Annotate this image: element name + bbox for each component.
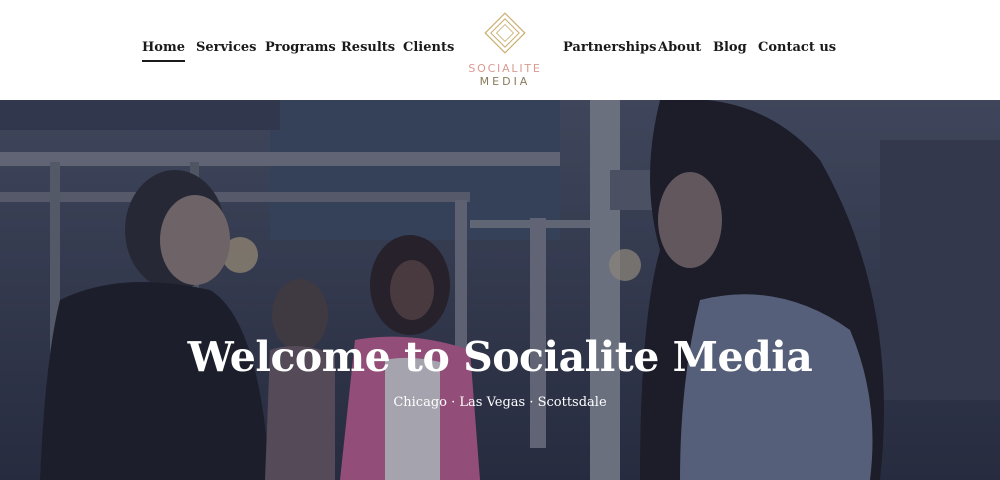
logo-text-socialite: SOCIALITE [468,62,542,75]
nav-services[interactable]: Services [196,40,257,56]
nav-programs[interactable]: Programs [265,40,336,56]
nav-contact-us[interactable]: Contact us [758,40,836,56]
nav-results[interactable]: Results [341,40,395,56]
nav-partnerships[interactable]: Partnerships [563,40,656,56]
logo-text-media: MEDIA [479,75,531,88]
hero-subtitle: Chicago · Las Vegas · Scottsdale [393,395,607,410]
nav-blog[interactable]: Blog [713,40,747,56]
nav-clients[interactable]: Clients [403,40,454,56]
hero-title: Welcome to Socialite Media [187,333,813,381]
nav-home[interactable]: Home [142,40,185,62]
hero-background-photo [0,100,1000,480]
site-logo[interactable]: SOCIALITE MEDIA [460,12,550,92]
diamond-logo-icon [484,12,526,54]
hero-banner: Welcome to Socialite Media Chicago · Las… [0,100,1000,480]
nav-about[interactable]: About [658,40,701,56]
site-header: Home Services Programs Results Clients S… [0,0,1000,100]
